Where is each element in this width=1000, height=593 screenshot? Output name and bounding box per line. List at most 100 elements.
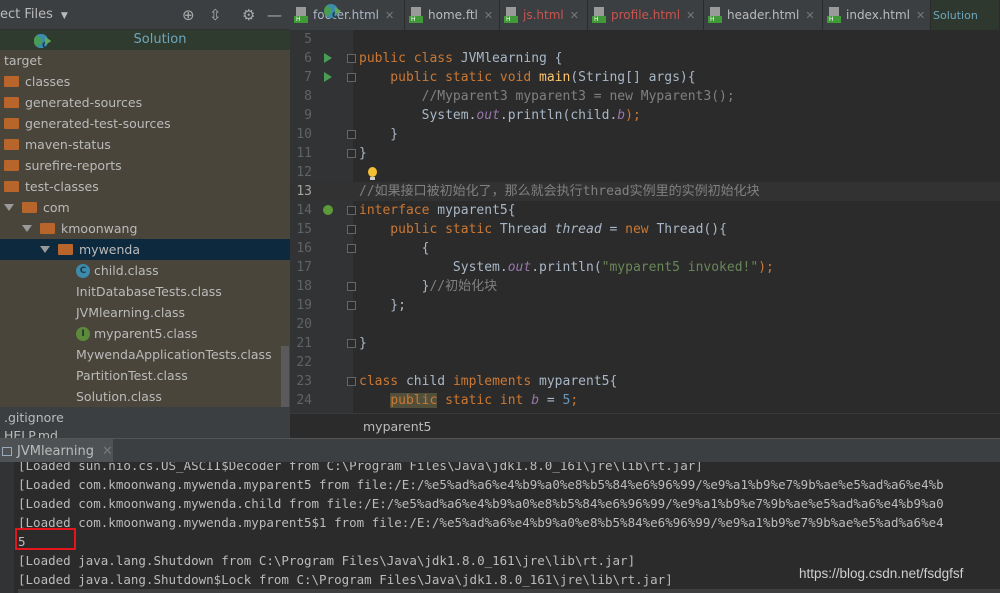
tab-profile-html[interactable]: Hprofile.html ✕ <box>588 0 704 30</box>
fold-icon[interactable] <box>347 206 356 215</box>
tree-item[interactable]: surefire-reports <box>0 155 290 176</box>
tree-scrollbar[interactable] <box>281 346 289 411</box>
tree-item-label: JVMlearning.class <box>76 305 186 320</box>
code-text: interface myparent5{ <box>359 201 516 220</box>
fold-icon[interactable] <box>347 244 356 253</box>
tree-item[interactable]: Imyparent5.class <box>0 323 290 344</box>
tab-index-html[interactable]: Hindex.html ✕ <box>823 0 931 30</box>
console-line: [Loaded java.lang.Shutdown from C:\Progr… <box>18 553 636 568</box>
tree-item[interactable]: com <box>0 197 290 218</box>
tab-label: footer.html <box>313 8 379 22</box>
close-icon[interactable]: ✕ <box>686 9 695 22</box>
tree-bottom-items: .gitignore HELP.md <box>0 407 290 438</box>
fold-icon[interactable] <box>347 377 356 386</box>
tree-item[interactable]: mywenda <box>0 239 290 260</box>
fold-icon[interactable] <box>347 282 356 291</box>
tree-item[interactable]: C MywendaApplicationTests.class <box>0 34 290 365</box>
code-token: Thread(){ <box>656 222 727 237</box>
tree-item[interactable]: classes <box>0 71 290 92</box>
console-line: [Loaded sun.nio.cs.US_ASCII$Decoder from… <box>18 462 703 473</box>
tree-item-help[interactable]: HELP.md <box>0 428 290 438</box>
code-token: = <box>539 393 563 408</box>
tree-item[interactable]: kmoonwang <box>0 218 290 239</box>
tree-item[interactable]: test-classes <box>0 176 290 197</box>
line-number: 9 <box>304 108 312 123</box>
implemented-icon[interactable] <box>323 205 333 215</box>
fold-icon[interactable] <box>347 225 356 234</box>
close-icon[interactable]: ✕ <box>916 9 925 22</box>
code-line: 22 <box>290 353 1000 372</box>
code-line: 23 class child implements myparent5{ <box>290 372 1000 391</box>
minimize-icon[interactable]: — <box>267 6 282 24</box>
breadcrumb[interactable]: myparent5 <box>290 413 1000 438</box>
html-file-icon: H <box>294 7 308 23</box>
folder-icon <box>4 160 19 171</box>
fold-icon[interactable] <box>347 54 356 63</box>
tab-solution[interactable]: C Solution <box>324 0 1000 30</box>
console-scrollbar[interactable] <box>18 589 1000 593</box>
tree-item-gitignore[interactable]: .gitignore <box>0 407 290 428</box>
console-line: [Loaded com.kmoonwang.mywenda.child from… <box>18 496 944 511</box>
code-editor[interactable]: 5 6 public class JVMlearning {7 public sta… <box>290 30 1000 413</box>
tree-item-label: kmoonwang <box>61 221 138 236</box>
code-line: 16 { <box>290 239 1000 258</box>
tree-item[interactable]: generated-sources <box>0 92 290 113</box>
html-file-icon: H <box>409 7 423 23</box>
fold-icon[interactable] <box>347 301 356 310</box>
expand-arrow-icon[interactable] <box>40 246 50 253</box>
folder-icon <box>40 223 55 234</box>
tree-item[interactable]: maven-status <box>0 134 290 155</box>
run-tool-tabs: JVMlearning ✕ <box>0 438 1000 463</box>
tab-run-jvmlearning[interactable]: JVMlearning ✕ <box>0 439 113 463</box>
code-text: } <box>359 125 398 144</box>
tree-item-label: Solution.class <box>76 389 162 404</box>
fold-icon[interactable] <box>347 130 356 139</box>
code-token: System. <box>359 260 508 275</box>
tab-footer-html[interactable]: Hfooter.html ✕ <box>290 0 405 30</box>
line-number: 8 <box>304 89 312 104</box>
run-gutter-icon[interactable] <box>324 53 332 63</box>
run-gutter-icon[interactable] <box>324 72 332 82</box>
close-icon[interactable]: ✕ <box>805 9 814 22</box>
fold-icon[interactable] <box>347 149 356 158</box>
close-icon[interactable]: ✕ <box>484 9 493 22</box>
gear-icon[interactable]: ⚙ <box>242 6 255 24</box>
line-number: 10 <box>296 127 312 142</box>
tree-item[interactable]: target <box>0 50 290 71</box>
tree-item[interactable]: C Solution.class <box>0 34 290 407</box>
expand-arrow-icon[interactable] <box>22 225 32 232</box>
code-token: public class <box>359 51 461 66</box>
class-icon: C <box>324 4 341 21</box>
collapse-all-icon[interactable]: ⇳ <box>209 6 222 24</box>
locate-icon[interactable]: ⊕ <box>182 6 195 24</box>
expand-arrow-icon[interactable] <box>4 204 14 211</box>
lightbulb-icon[interactable] <box>368 167 377 180</box>
code-text: System.out.println("myparent5 invoked!")… <box>359 258 774 277</box>
tree-item[interactable]: Cchild.class <box>0 260 290 281</box>
code-line: 10 } <box>290 125 1000 144</box>
close-icon[interactable]: ✕ <box>385 9 394 22</box>
tab-js-html[interactable]: Hjs.html ✕ <box>500 0 588 30</box>
fold-icon[interactable] <box>347 339 356 348</box>
code-token: } <box>359 336 367 351</box>
code-token: }; <box>359 298 406 313</box>
fold-icon[interactable] <box>347 73 356 82</box>
close-icon[interactable]: ✕ <box>570 9 579 22</box>
tab-home-ftl[interactable]: Hhome.ftl ✕ <box>405 0 500 30</box>
html-file-icon: H <box>504 7 518 23</box>
code-line: 24 public static int b = 5; <box>290 391 1000 410</box>
tree-item[interactable]: C PartitionTest.class <box>0 34 290 386</box>
code-token: implements <box>452 374 540 389</box>
code-token: } <box>359 279 430 294</box>
tab-header-html[interactable]: Hheader.html ✕ <box>704 0 823 30</box>
close-icon[interactable]: ✕ <box>102 444 113 459</box>
code-text: public static void main(String[] args){ <box>359 68 695 87</box>
project-view-selector[interactable]: ect Files ▼ <box>0 7 68 22</box>
breadcrumb-item[interactable]: myparent5 <box>363 419 432 434</box>
tree-item[interactable]: C InitDatabaseTests.class <box>0 34 290 302</box>
line-number: 22 <box>296 355 312 370</box>
tree-item[interactable]: C JVMlearning.class <box>0 34 290 323</box>
tree-item[interactable]: generated-test-sources <box>0 113 290 134</box>
code-token: new <box>625 222 657 237</box>
tree-item-label: HELP.md <box>4 428 58 438</box>
